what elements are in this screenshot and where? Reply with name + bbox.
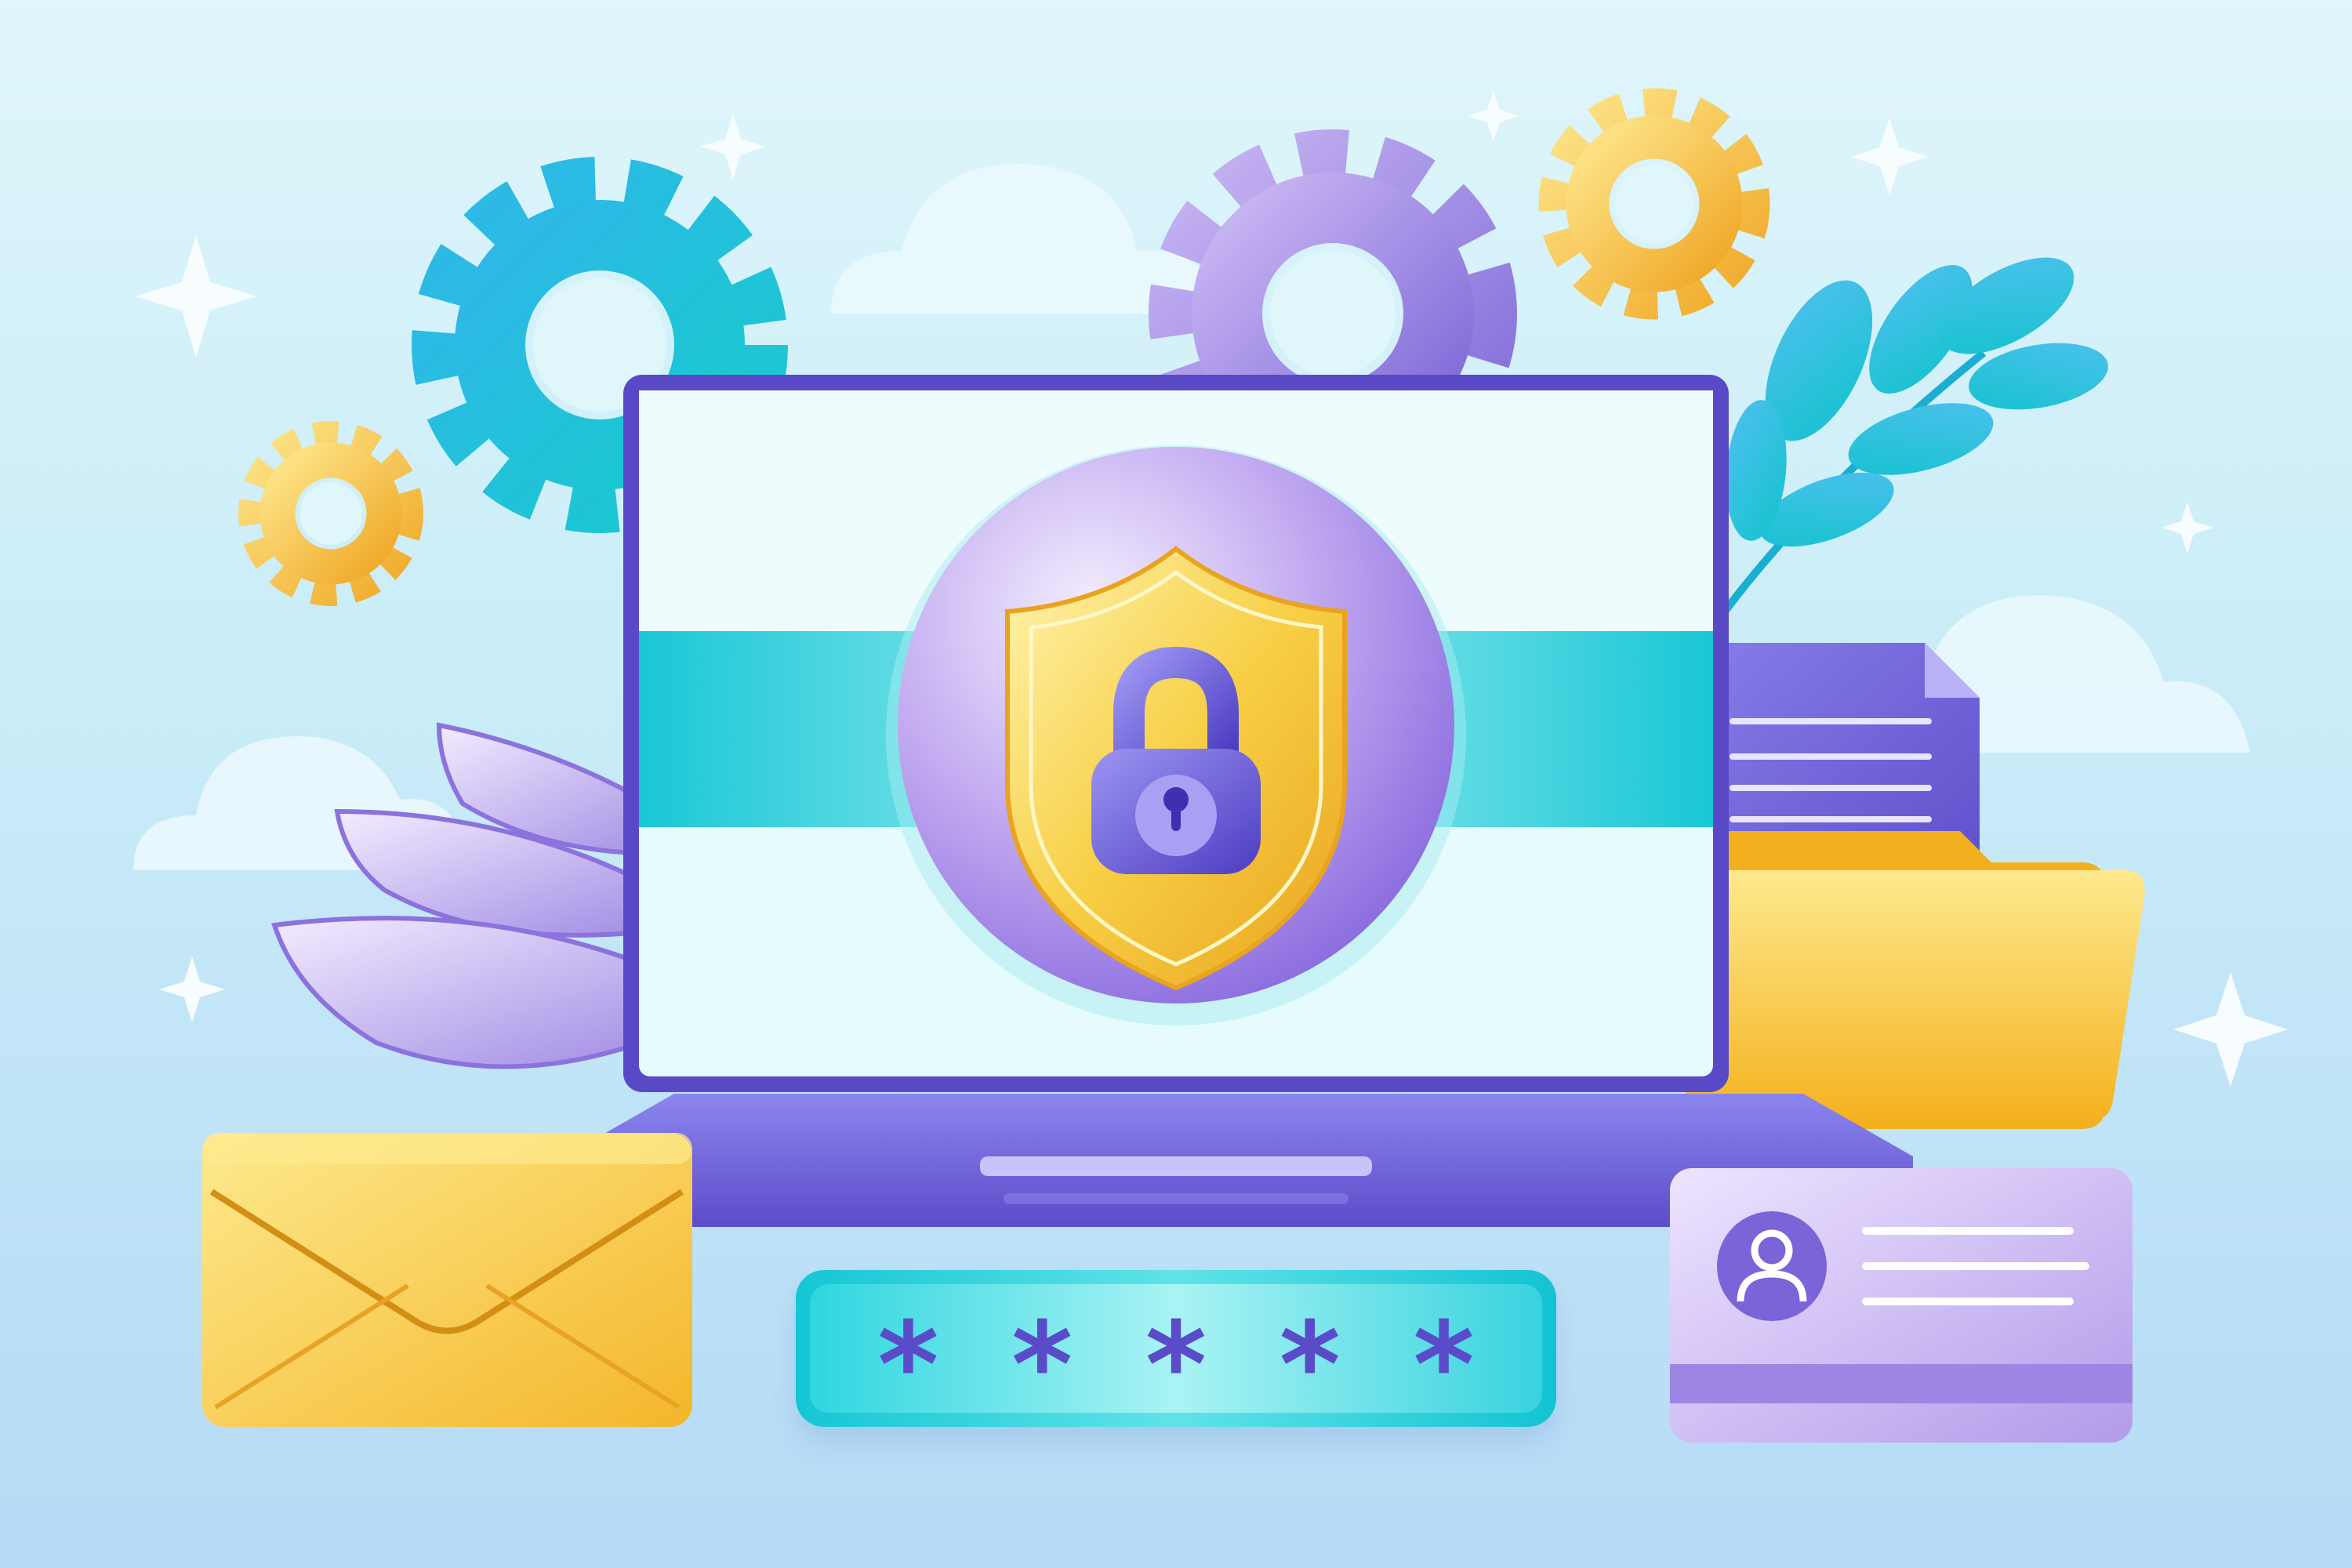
folder-icon [1686,831,2145,1129]
mask-char: * [1279,1298,1341,1434]
password-field[interactable]: * * * * * [796,1270,1556,1427]
mask-char: * [877,1298,939,1434]
gear-icon [238,421,423,606]
mask-char: * [1011,1298,1073,1434]
user-avatar-icon [1717,1211,1827,1321]
envelope-icon [202,1133,692,1427]
id-card-icon [1670,1168,2132,1443]
leaf-icon [1722,257,2108,615]
mask-char: * [1413,1298,1475,1434]
mask-char: * [1145,1298,1207,1434]
gear-icon [1538,88,1770,320]
password-mask: * * * * * [810,1284,1542,1425]
